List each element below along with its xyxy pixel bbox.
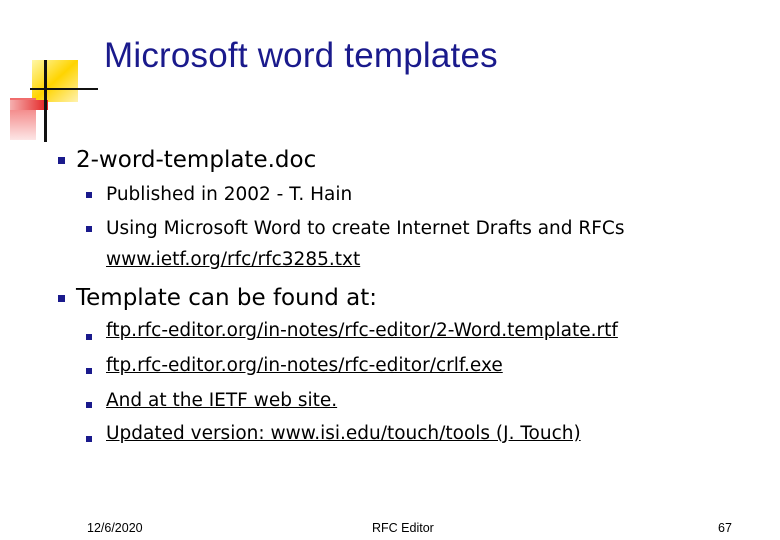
sub-bullet-marker bbox=[86, 226, 92, 232]
updated-version-link[interactable]: Updated version: www.isi.edu/touch/tools… bbox=[106, 423, 581, 444]
sub-bullet-marker bbox=[86, 368, 92, 374]
bullet-marker bbox=[58, 157, 65, 164]
black-line-horizontal bbox=[30, 88, 98, 90]
corner-decoration bbox=[10, 60, 98, 142]
crlf-exe-link[interactable]: ftp.rfc-editor.org/in-notes/rfc-editor/c… bbox=[106, 355, 503, 376]
footer-date: 12/6/2020 bbox=[87, 521, 143, 535]
footer-page-number: 67 bbox=[718, 521, 732, 535]
sub-bullet-marker bbox=[86, 192, 92, 198]
sub-bullet-marker bbox=[86, 402, 92, 408]
footer-center: RFC Editor bbox=[372, 521, 434, 535]
bullet-marker bbox=[58, 295, 65, 302]
sub-bullet-text: Published in 2002 - T. Hain bbox=[106, 184, 353, 205]
ietf-site-link[interactable]: And at the IETF web site. bbox=[106, 390, 337, 411]
sub-bullet-marker bbox=[86, 436, 92, 442]
red-bar-horizontal bbox=[10, 100, 48, 110]
slide-title: Microsoft word templates bbox=[104, 36, 498, 75]
bullet-text: 2-word-template.doc bbox=[76, 147, 317, 173]
bullet-text: Template can be found at: bbox=[76, 285, 378, 311]
yellow-square bbox=[32, 60, 78, 102]
sub-bullet-text: Using Microsoft Word to create Internet … bbox=[106, 218, 625, 239]
black-line-vertical bbox=[44, 60, 47, 142]
slide: Microsoft word templates 2-word-template… bbox=[0, 0, 780, 540]
word-template-link[interactable]: ftp.rfc-editor.org/in-notes/rfc-editor/2… bbox=[106, 320, 618, 341]
sub-bullet-marker bbox=[86, 334, 92, 340]
rfc3285-link[interactable]: www.ietf.org/rfc/rfc3285.txt bbox=[106, 249, 360, 270]
